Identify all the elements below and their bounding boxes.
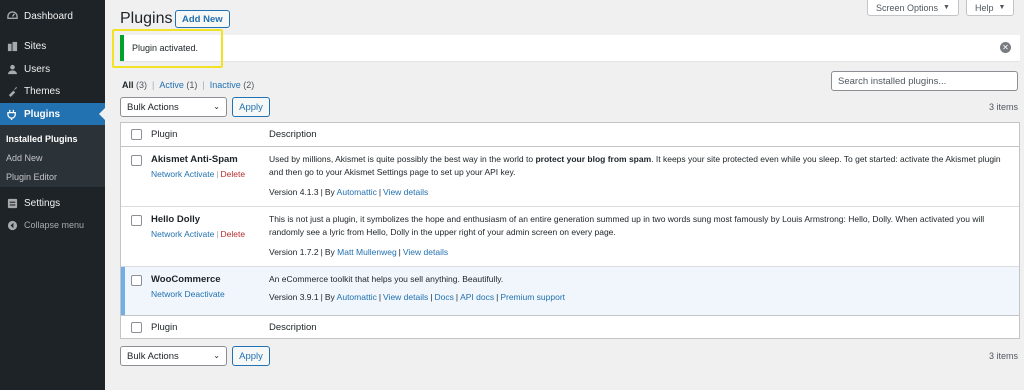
sidebar-item-label: Themes [24, 85, 61, 97]
network-activate-link[interactable]: Network Activate [151, 169, 214, 179]
row-checkbox[interactable] [131, 275, 142, 286]
plugin-name: WooCommerce [151, 274, 221, 285]
sidebar-item-label: Plugins [24, 108, 61, 120]
plugins-icon [6, 108, 18, 120]
view-details-link[interactable]: View details [403, 247, 448, 257]
success-notice: Plugin activated. ✕ [120, 35, 1020, 61]
plugin-description: This is not just a plugin, it symbolizes… [269, 214, 985, 237]
sidebar-item-label: Sites [24, 40, 47, 52]
settings-icon [6, 197, 18, 209]
bulk-actions-select[interactable]: Bulk Actions ⌄ [120, 97, 227, 117]
dashboard-icon [6, 10, 18, 22]
add-new-button[interactable]: Add New [175, 10, 230, 28]
screen-options-button[interactable]: Screen Options ▼ [867, 0, 959, 16]
apply-button-bottom[interactable]: Apply [232, 346, 270, 366]
row-actions: Network Deactivate [151, 289, 225, 299]
help-button[interactable]: Help ▼ [966, 0, 1015, 16]
chevron-down-icon: ⌄ [213, 102, 220, 111]
table-footer: Plugin Description [121, 315, 1019, 339]
author-link[interactable]: Matt Mullenweg [337, 247, 397, 257]
select-all-checkbox[interactable] [131, 129, 142, 140]
sites-icon [6, 40, 18, 52]
screen-options-label: Screen Options [876, 2, 939, 13]
filter-all[interactable]: All (3) [122, 80, 147, 90]
row-actions: Network Activate | Delete [151, 229, 246, 239]
items-count-bottom: 3 items [988, 351, 1018, 361]
sidebar-item-label: Users [24, 63, 51, 75]
plugin-description: Used by millions, Akismet is quite possi… [269, 154, 1001, 177]
bulk-actions-label: Bulk Actions [127, 350, 179, 362]
users-icon [6, 63, 18, 75]
collapse-menu-button[interactable]: Collapse menu [0, 214, 105, 236]
themes-icon [6, 85, 18, 97]
network-deactivate-link[interactable]: Network Deactivate [151, 289, 225, 299]
submenu-installed-plugins[interactable]: Installed Plugins [6, 134, 78, 144]
search-plugins-input[interactable] [831, 71, 1018, 91]
collapse-icon [6, 219, 18, 231]
premium-support-link[interactable]: Premium support [500, 292, 565, 302]
caret-down-icon: ▼ [943, 4, 950, 11]
column-footer-description: Description [269, 322, 317, 333]
plugins-table: Plugin Description Akismet Anti-Spam Net… [120, 122, 1020, 339]
table-header: Plugin Description [121, 123, 1019, 147]
row-checkbox[interactable] [131, 155, 142, 166]
filter-separator: | [152, 80, 155, 90]
table-row: Hello Dolly Network Activate | Delete This… [121, 207, 1019, 267]
view-details-link[interactable]: View details [383, 187, 428, 197]
author-link[interactable]: Automattic [337, 187, 377, 197]
column-header-description: Description [269, 129, 317, 140]
dismiss-icon[interactable]: ✕ [1000, 42, 1011, 53]
bulk-actions-select-bottom[interactable]: Bulk Actions ⌄ [120, 346, 227, 366]
highlight-annotation [112, 29, 223, 68]
sidebar-item-plugins[interactable]: Plugins [0, 103, 105, 125]
sidebar-item-dashboard[interactable]: Dashboard [0, 5, 105, 27]
column-footer-plugin[interactable]: Plugin [151, 322, 177, 333]
table-row: Akismet Anti-Spam Network Activate | Delet… [121, 147, 1019, 207]
caret-down-icon: ▼ [998, 4, 1006, 11]
sidebar-item-label: Dashboard [24, 10, 73, 22]
plugin-meta: Version 1.7.2 | By Matt Mullenweg | View det… [269, 247, 449, 257]
bulk-actions-label: Bulk Actions [127, 101, 179, 113]
plugin-status-filters: All (3) | Active (1) | Inactive (2) [122, 80, 254, 90]
network-activate-link[interactable]: Network Activate [151, 229, 214, 239]
filter-active[interactable]: Active (1) [159, 80, 197, 90]
sidebar-item-themes[interactable]: Themes [0, 80, 105, 102]
table-row-active: WooCommerce Network Deactivate An eComme… [121, 267, 1019, 316]
row-checkbox[interactable] [131, 215, 142, 226]
plugin-meta: Version 4.1.3 | By Automattic | View details [269, 187, 429, 197]
delete-link[interactable]: Delete [221, 229, 246, 239]
sidebar-item-sites[interactable]: Sites [0, 35, 105, 57]
page-title: Plugins [120, 10, 173, 27]
sidebar-item-settings[interactable]: Settings [0, 192, 105, 214]
docs-link[interactable]: Docs [434, 292, 453, 302]
chevron-down-icon: ⌄ [213, 351, 220, 360]
select-all-checkbox[interactable] [131, 322, 142, 333]
sidebar-item-users[interactable]: Users [0, 58, 105, 80]
column-header-plugin[interactable]: Plugin [151, 129, 177, 140]
plugin-meta: Version 3.9.1 | By Automattic | View details… [269, 292, 566, 302]
plugin-name: Akismet Anti-Spam [151, 154, 238, 165]
filter-separator: | [202, 80, 205, 90]
row-actions: Network Activate | Delete [151, 169, 246, 179]
submenu-add-new[interactable]: Add New [6, 153, 43, 163]
sidebar-item-label: Settings [24, 197, 61, 209]
sidebar-item-label: Collapse menu [24, 220, 85, 230]
plugin-description: An eCommerce toolkit that helps you sell… [269, 274, 504, 284]
filter-inactive[interactable]: Inactive (2) [210, 80, 255, 90]
submenu-plugin-editor[interactable]: Plugin Editor [6, 172, 57, 182]
apply-button[interactable]: Apply [232, 97, 270, 117]
help-label: Help [975, 2, 994, 13]
plugin-name: Hello Dolly [151, 214, 201, 225]
items-count: 3 items [988, 102, 1018, 112]
admin-sidebar: Dashboard Sites Users Themes Plugins Ins… [0, 0, 105, 390]
delete-link[interactable]: Delete [221, 169, 246, 179]
plugins-submenu: Installed Plugins Add New Plugin Editor [0, 125, 105, 187]
author-link[interactable]: Automattic [337, 292, 377, 302]
view-details-link[interactable]: View details [383, 292, 428, 302]
api-docs-link[interactable]: API docs [460, 292, 494, 302]
